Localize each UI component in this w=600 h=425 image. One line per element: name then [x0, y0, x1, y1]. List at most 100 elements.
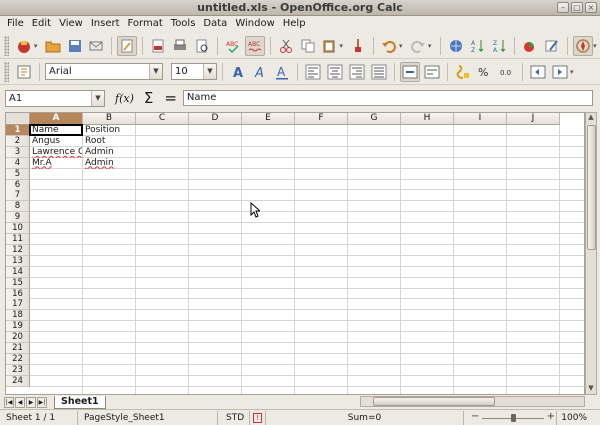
next-sheet-icon[interactable]: ▶ [26, 396, 36, 408]
function-wizard-button[interactable]: f(x) [115, 92, 134, 105]
row-header-17[interactable]: 17 [6, 299, 30, 311]
vertical-scrollbar[interactable]: ▲ ▼ [585, 112, 597, 395]
export-pdf-button[interactable] [148, 36, 168, 56]
italic-button[interactable]: A [250, 62, 270, 82]
new-dropdown-arrow[interactable]: ▾ [34, 42, 41, 50]
column-header-i[interactable]: I [454, 113, 507, 125]
paste-dropdown-arrow[interactable]: ▾ [339, 42, 346, 50]
column-header-c[interactable]: C [136, 113, 189, 125]
column-header-j[interactable]: J [507, 113, 560, 125]
menu-help[interactable]: Help [280, 16, 311, 33]
row-header-6[interactable]: 6 [6, 179, 30, 191]
show-draw-functions-button[interactable] [542, 36, 562, 56]
previous-sheet-icon[interactable]: ◀ [15, 396, 25, 408]
percent-format-button[interactable]: % [475, 62, 495, 82]
row-header-1[interactable]: 1 [6, 125, 30, 136]
zoom-knob[interactable] [510, 413, 516, 422]
last-sheet-icon[interactable]: ▶| [37, 396, 47, 408]
column-header-d[interactable]: D [189, 113, 242, 125]
chevron-down-icon[interactable]: ▼ [149, 64, 162, 79]
increase-indent-button[interactable] [550, 62, 570, 82]
cell-a3[interactable]: Lawrence Chen [30, 147, 82, 158]
sum-button[interactable]: Σ [144, 89, 153, 107]
close-button[interactable]: × [585, 2, 597, 13]
toolbar-overflow-arrow[interactable]: ▾ [570, 68, 577, 76]
toolbar-overflow-arrow[interactable]: ▾ [593, 42, 600, 50]
copy-button[interactable] [298, 36, 318, 56]
horizontal-scroll-thumb[interactable] [373, 397, 495, 406]
open-button[interactable] [43, 36, 63, 56]
column-header-g[interactable]: G [348, 113, 401, 125]
cell-a2[interactable]: Angus [30, 136, 82, 147]
minimize-button[interactable]: – [557, 2, 569, 13]
column-header-e[interactable]: E [242, 113, 295, 125]
row-header-4[interactable]: 4 [6, 157, 30, 169]
menu-data[interactable]: Data [200, 16, 232, 33]
decrease-indent-button[interactable] [528, 62, 548, 82]
spellcheck-button[interactable]: ABC [223, 36, 243, 56]
styles-formatting-button[interactable] [14, 62, 34, 82]
page-style[interactable]: PageStyle_Sheet1 [78, 410, 218, 425]
zoom-slider[interactable]: − + [470, 411, 556, 425]
font-size-box[interactable]: 10 ▼ [171, 63, 217, 80]
toolbar-grip[interactable] [4, 61, 9, 82]
undo-dropdown-arrow[interactable]: ▾ [399, 42, 406, 50]
row-header-2[interactable]: 2 [6, 135, 30, 147]
menu-edit[interactable]: Edit [29, 16, 56, 33]
align-center-button[interactable] [325, 62, 345, 82]
row-header-9[interactable]: 9 [6, 212, 30, 224]
cell-a4[interactable]: Mr.A [30, 158, 82, 169]
row-header-18[interactable]: 18 [6, 310, 30, 322]
menu-tools[interactable]: Tools [168, 16, 201, 33]
column-header-h[interactable]: H [401, 113, 454, 125]
chevron-down-icon[interactable]: ▼ [203, 64, 216, 79]
row-header-23[interactable]: 23 [6, 364, 30, 376]
autospellcheck-button[interactable]: ABC [244, 35, 265, 56]
zoom-in-icon[interactable]: + [547, 411, 555, 422]
row-header-15[interactable]: 15 [6, 277, 30, 289]
cell-b2[interactable]: Root [83, 136, 135, 147]
sort-descending-button[interactable]: ZA [490, 36, 510, 56]
print-button[interactable] [170, 36, 190, 56]
email-button[interactable] [87, 36, 107, 56]
row-header-20[interactable]: 20 [6, 332, 30, 344]
row-header-8[interactable]: 8 [6, 201, 30, 213]
row-header-19[interactable]: 19 [6, 321, 30, 333]
insert-chart-button[interactable] [520, 36, 540, 56]
edit-file-button[interactable] [117, 35, 138, 56]
font-name-box[interactable]: Arial ▼ [45, 63, 163, 80]
menu-insert[interactable]: Insert [88, 16, 125, 33]
function-button[interactable]: = [164, 89, 177, 107]
selection-mode[interactable]: STD [218, 410, 250, 425]
select-all-corner[interactable] [6, 113, 30, 125]
sheet-tab-sheet1[interactable]: Sheet1 [54, 395, 106, 409]
format-paintbrush-button[interactable] [348, 36, 368, 56]
vertical-scroll-thumb[interactable] [587, 125, 596, 250]
redo-button[interactable] [408, 36, 428, 56]
redo-dropdown-arrow[interactable]: ▾ [428, 42, 435, 50]
spreadsheet-grid[interactable]: A B C D E F G H I J 1 2 3 4 5 6 7 8 9 10 11 12 13 14 15 16 17 18 19 2… [5, 112, 585, 395]
menu-format[interactable]: Format [125, 16, 168, 33]
cell-b3[interactable]: Admin [83, 147, 135, 158]
merge-cells-button[interactable] [400, 61, 420, 82]
horizontal-scrollbar[interactable] [360, 396, 585, 407]
undo-button[interactable] [379, 36, 399, 56]
currency-format-button[interactable] [453, 62, 473, 82]
row-header-24[interactable]: 24 [6, 375, 30, 387]
menu-window[interactable]: Window [232, 16, 279, 33]
wrap-text-button[interactable] [422, 62, 442, 82]
hyperlink-button[interactable] [446, 36, 466, 56]
scroll-up-icon[interactable]: ▲ [586, 113, 596, 123]
row-header-22[interactable]: 22 [6, 353, 30, 365]
row-header-5[interactable]: 5 [6, 168, 30, 180]
underline-button[interactable]: A [272, 62, 292, 82]
column-header-b[interactable]: B [83, 113, 136, 125]
zoom-out-icon[interactable]: − [471, 411, 479, 422]
justify-button[interactable] [369, 62, 389, 82]
bold-button[interactable]: A [228, 62, 248, 82]
save-button[interactable] [65, 36, 85, 56]
row-header-7[interactable]: 7 [6, 190, 30, 202]
formula-input[interactable]: Name [182, 90, 593, 106]
row-header-3[interactable]: 3 [6, 146, 30, 158]
column-header-f[interactable]: F [295, 113, 348, 125]
